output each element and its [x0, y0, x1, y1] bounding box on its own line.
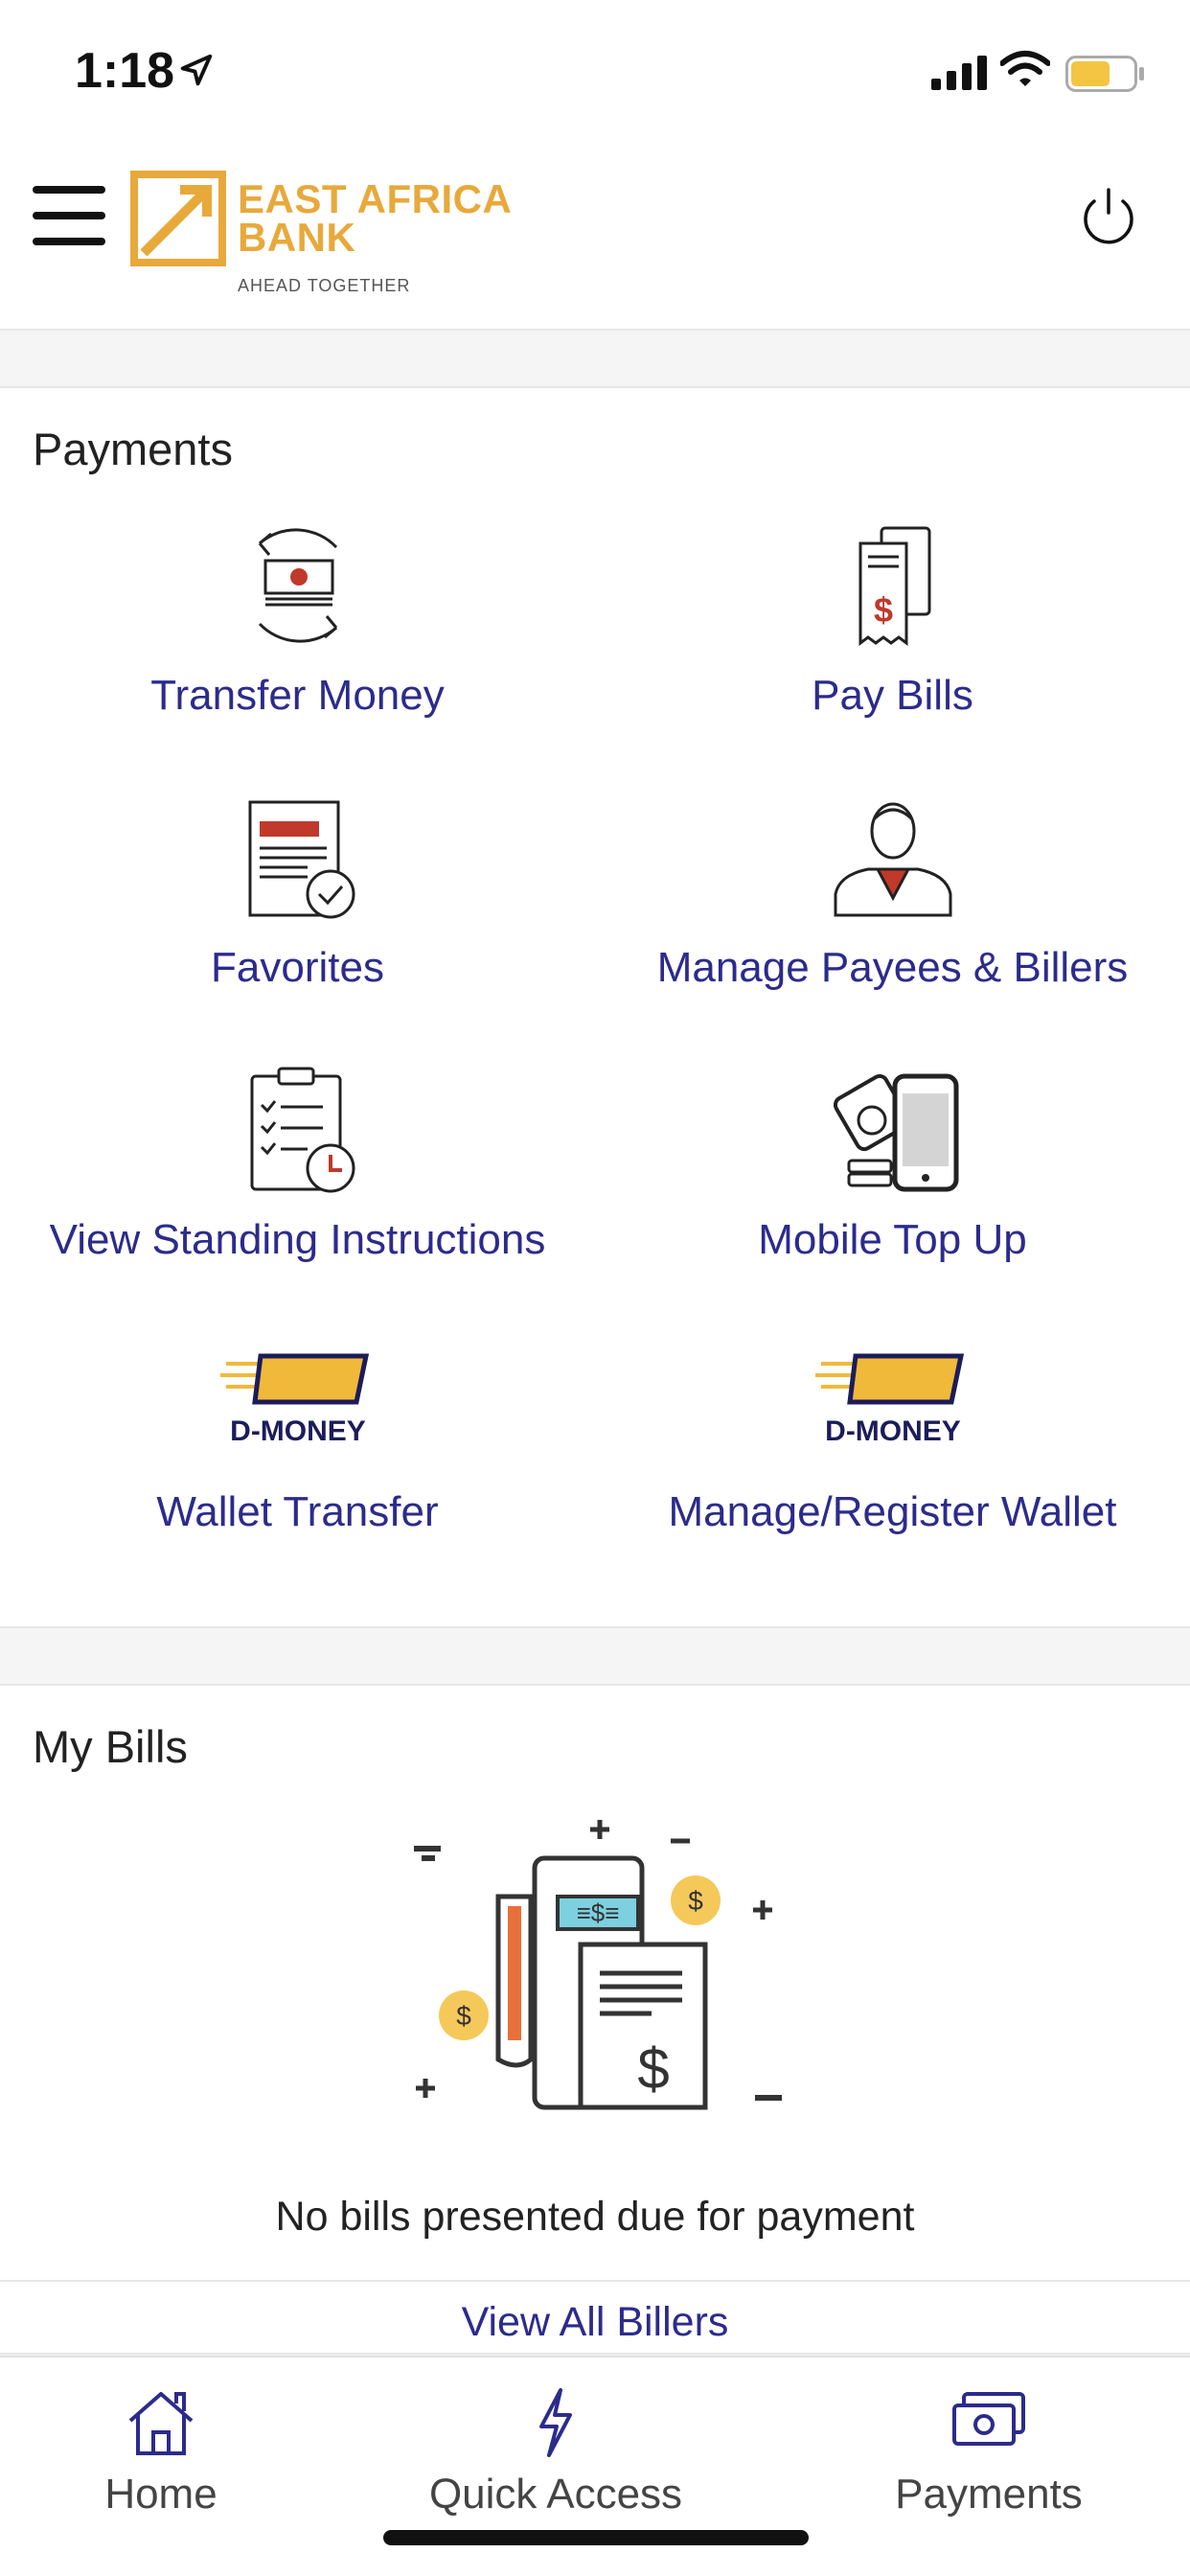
view-all-billers-link[interactable]: View All Billers — [0, 2299, 1190, 2346]
app-header: EAST AFRICA BANK AHEAD TOGETHER — [0, 144, 1190, 302]
svg-text:≡$≡: ≡$≡ — [577, 1898, 620, 1927]
svg-text:D-MONEY: D-MONEY — [825, 1415, 961, 1447]
manage-wallet-tile[interactable]: D-MONEY Manage/Register Wallet — [595, 1335, 1190, 1594]
mobile-topup-tile[interactable]: Mobile Top Up — [595, 1063, 1190, 1322]
hamburger-menu-button[interactable] — [33, 184, 105, 247]
home-icon — [128, 2392, 194, 2455]
transfer-money-tile[interactable]: Transfer Money — [0, 518, 595, 777]
transfer-money-label: Transfer Money — [150, 672, 445, 719]
battery-icon — [1065, 56, 1144, 92]
payments-cash-icon — [952, 2392, 1025, 2446]
mobile-topup-label: Mobile Top Up — [758, 1216, 1027, 1263]
status-bar: 1:18 — [0, 0, 1190, 144]
favorites-icon — [248, 800, 355, 919]
my-bills-title: My Bills — [33, 1721, 188, 1772]
svg-text:D-MONEY: D-MONEY — [230, 1415, 366, 1447]
manage-payees-label: Manage Payees & Billers — [656, 944, 1129, 991]
logo-mark-icon — [130, 171, 226, 266]
no-bills-message: No bills presented due for payment — [275, 2194, 915, 2240]
bills-illustration-icon: $ $ ≡$≡ $ — [414, 1820, 782, 2110]
tab-payments[interactable]: Payments — [845, 2358, 1133, 2530]
favorites-label: Favorites — [211, 944, 384, 991]
tab-home-label: Home — [104, 2471, 217, 2518]
wifi-icon — [1000, 51, 1050, 86]
collapsed-section — [0, 302, 1190, 331]
bills-divider — [0, 2280, 1190, 2282]
tab-quick-access-label: Quick Access — [428, 2471, 683, 2518]
pay-bills-label: Pay Bills — [812, 672, 973, 719]
d-money-icon: D-MONEY — [814, 1353, 964, 1447]
svg-text:$: $ — [456, 2001, 471, 2031]
tab-payments-label: Payments — [895, 2471, 1083, 2518]
favorites-tile[interactable]: Favorites — [0, 791, 595, 1049]
pay-bills-icon: $ — [858, 526, 930, 646]
wallet-transfer-label: Wallet Transfer — [156, 1488, 439, 1535]
tab-home[interactable]: Home — [17, 2358, 305, 2530]
svg-text:$: $ — [873, 590, 892, 630]
wallet-transfer-tile[interactable]: D-MONEY Wallet Transfer — [0, 1335, 595, 1594]
power-logout-icon[interactable] — [1077, 184, 1140, 247]
standing-instructions-tile[interactable]: View Standing Instructions — [0, 1063, 595, 1322]
tab-quick-access[interactable]: Quick Access — [412, 2358, 699, 2530]
clipboard-clock-icon — [250, 1067, 355, 1193]
d-money-icon: D-MONEY — [219, 1353, 369, 1447]
signal-icon — [931, 56, 987, 90]
payments-card: Payments Transfer Money $ Pay Bills Favo… — [0, 386, 1190, 1628]
payee-person-icon — [834, 802, 951, 917]
logo-tagline: AHEAD TOGETHER — [238, 276, 411, 295]
standing-instructions-label: View Standing Instructions — [49, 1216, 546, 1263]
transfer-money-icon — [258, 528, 337, 643]
logo-text-line2: BANK — [238, 215, 356, 260]
lightning-icon — [539, 2388, 572, 2457]
mobile-topup-icon — [833, 1073, 958, 1192]
home-indicator — [383, 2530, 809, 2545]
svg-text:$: $ — [688, 1886, 703, 1916]
bank-logo: EAST AFRICA BANK AHEAD TOGETHER — [130, 169, 514, 295]
manage-payees-tile[interactable]: Manage Payees & Billers — [595, 791, 1190, 1049]
manage-wallet-label: Manage/Register Wallet — [668, 1488, 1117, 1535]
pay-bills-tile[interactable]: $ Pay Bills — [595, 518, 1190, 777]
my-bills-card: My Bills $ $ ≡$≡ $ No bills presented du… — [0, 1684, 1190, 2355]
payments-title: Payments — [33, 424, 233, 474]
location-arrow-icon — [180, 54, 213, 86]
svg-text:$: $ — [637, 2036, 669, 2101]
status-time: 1:18 — [75, 43, 175, 99]
